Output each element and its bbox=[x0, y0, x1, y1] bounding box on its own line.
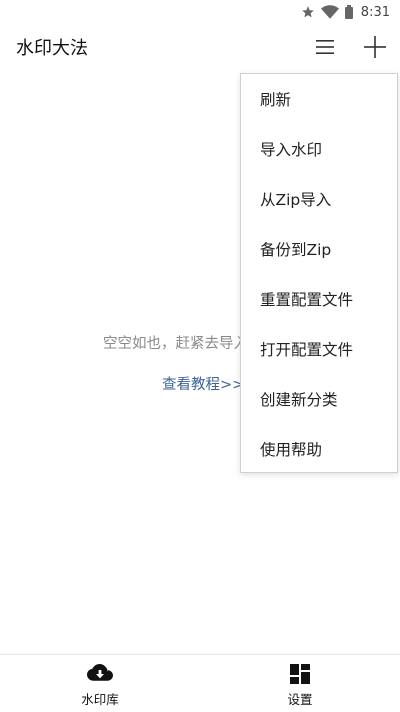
status-time: 8:31 bbox=[360, 4, 390, 20]
cloud-download-icon bbox=[87, 664, 113, 688]
menu-item-open-config[interactable]: 打开配置文件 bbox=[241, 325, 397, 375]
menu-item-refresh[interactable]: 刷新 bbox=[241, 75, 397, 125]
menu-item-import-watermark[interactable]: 导入水印 bbox=[241, 125, 397, 175]
menu-button[interactable] bbox=[310, 34, 340, 64]
menu-item-reset-config[interactable]: 重置配置文件 bbox=[241, 275, 397, 325]
battery-icon bbox=[344, 5, 353, 19]
status-bar: 8:31 bbox=[0, 0, 400, 24]
menu-item-help[interactable]: 使用帮助 bbox=[241, 425, 397, 475]
empty-state-message: 空空如也，赶紧去导入 bbox=[103, 336, 248, 352]
add-button[interactable] bbox=[360, 34, 390, 64]
app-bar: 水印大法 bbox=[0, 24, 400, 74]
dashboard-grid-icon bbox=[290, 664, 310, 688]
bottom-nav: 水印库 设置 bbox=[0, 654, 400, 712]
nav-item-settings[interactable]: 设置 bbox=[200, 655, 400, 712]
nav-label-settings: 设置 bbox=[287, 692, 313, 707]
nav-item-watermark-library[interactable]: 水印库 bbox=[0, 655, 200, 712]
nav-label-watermark-library: 水印库 bbox=[81, 692, 119, 707]
menu-item-create-category[interactable]: 创建新分类 bbox=[241, 375, 397, 425]
star-icon bbox=[301, 5, 315, 19]
wifi-icon bbox=[320, 5, 339, 19]
tutorial-link[interactable]: 查看教程>> bbox=[162, 375, 244, 395]
overflow-menu: 刷新 导入水印 从Zip导入 备份到Zip 重置配置文件 打开配置文件 创建新分… bbox=[240, 73, 398, 473]
plus-icon bbox=[364, 36, 386, 62]
menu-lines-icon bbox=[316, 39, 334, 59]
app-title: 水印大法 bbox=[16, 38, 88, 59]
menu-item-backup-to-zip[interactable]: 备份到Zip bbox=[241, 225, 397, 275]
menu-item-import-from-zip[interactable]: 从Zip导入 bbox=[241, 175, 397, 225]
